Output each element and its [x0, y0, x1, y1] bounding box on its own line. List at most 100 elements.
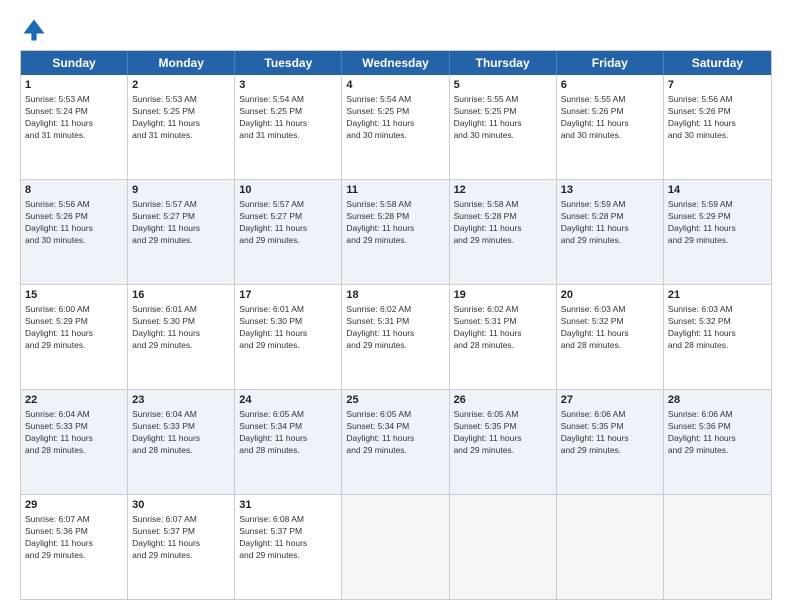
- cell-info: Sunrise: 5:54 AMSunset: 5:25 PMDaylight:…: [346, 94, 444, 142]
- cal-cell-day-15: 15Sunrise: 6:00 AMSunset: 5:29 PMDayligh…: [21, 285, 128, 389]
- cal-cell-day-29: 29Sunrise: 6:07 AMSunset: 5:36 PMDayligh…: [21, 495, 128, 599]
- cal-row-2: 8Sunrise: 5:56 AMSunset: 5:26 PMDaylight…: [21, 180, 771, 285]
- cal-cell-day-30: 30Sunrise: 6:07 AMSunset: 5:37 PMDayligh…: [128, 495, 235, 599]
- calendar-body: 1Sunrise: 5:53 AMSunset: 5:24 PMDaylight…: [21, 75, 771, 599]
- day-number: 25: [346, 393, 444, 408]
- day-number: 24: [239, 393, 337, 408]
- cal-cell-day-27: 27Sunrise: 6:06 AMSunset: 5:35 PMDayligh…: [557, 390, 664, 494]
- day-number: 18: [346, 288, 444, 303]
- header-day-monday: Monday: [128, 51, 235, 75]
- day-number: 28: [668, 393, 767, 408]
- cell-info: Sunrise: 6:05 AMSunset: 5:34 PMDaylight:…: [346, 409, 444, 457]
- cell-info: Sunrise: 5:57 AMSunset: 5:27 PMDaylight:…: [132, 199, 230, 247]
- cell-info: Sunrise: 6:01 AMSunset: 5:30 PMDaylight:…: [132, 304, 230, 352]
- cell-info: Sunrise: 6:08 AMSunset: 5:37 PMDaylight:…: [239, 514, 337, 562]
- cal-cell-day-3: 3Sunrise: 5:54 AMSunset: 5:25 PMDaylight…: [235, 75, 342, 179]
- cell-info: Sunrise: 6:00 AMSunset: 5:29 PMDaylight:…: [25, 304, 123, 352]
- cal-cell-empty: [664, 495, 771, 599]
- cal-cell-day-8: 8Sunrise: 5:56 AMSunset: 5:26 PMDaylight…: [21, 180, 128, 284]
- cal-row-1: 1Sunrise: 5:53 AMSunset: 5:24 PMDaylight…: [21, 75, 771, 180]
- cal-cell-empty: [342, 495, 449, 599]
- cell-info: Sunrise: 5:56 AMSunset: 5:26 PMDaylight:…: [25, 199, 123, 247]
- cal-cell-day-12: 12Sunrise: 5:58 AMSunset: 5:28 PMDayligh…: [450, 180, 557, 284]
- day-number: 23: [132, 393, 230, 408]
- day-number: 7: [668, 78, 767, 93]
- day-number: 31: [239, 498, 337, 513]
- day-number: 10: [239, 183, 337, 198]
- cal-row-4: 22Sunrise: 6:04 AMSunset: 5:33 PMDayligh…: [21, 390, 771, 495]
- day-number: 12: [454, 183, 552, 198]
- header: [20, 16, 772, 44]
- cell-info: Sunrise: 6:05 AMSunset: 5:35 PMDaylight:…: [454, 409, 552, 457]
- cal-row-3: 15Sunrise: 6:00 AMSunset: 5:29 PMDayligh…: [21, 285, 771, 390]
- day-number: 9: [132, 183, 230, 198]
- cal-cell-day-1: 1Sunrise: 5:53 AMSunset: 5:24 PMDaylight…: [21, 75, 128, 179]
- day-number: 21: [668, 288, 767, 303]
- cell-info: Sunrise: 6:01 AMSunset: 5:30 PMDaylight:…: [239, 304, 337, 352]
- logo: [20, 16, 52, 44]
- cell-info: Sunrise: 6:07 AMSunset: 5:36 PMDaylight:…: [25, 514, 123, 562]
- day-number: 3: [239, 78, 337, 93]
- day-number: 8: [25, 183, 123, 198]
- cal-cell-day-21: 21Sunrise: 6:03 AMSunset: 5:32 PMDayligh…: [664, 285, 771, 389]
- cal-cell-day-22: 22Sunrise: 6:04 AMSunset: 5:33 PMDayligh…: [21, 390, 128, 494]
- cal-cell-day-7: 7Sunrise: 5:56 AMSunset: 5:26 PMDaylight…: [664, 75, 771, 179]
- logo-icon: [20, 16, 48, 44]
- cal-cell-day-10: 10Sunrise: 5:57 AMSunset: 5:27 PMDayligh…: [235, 180, 342, 284]
- cell-info: Sunrise: 6:02 AMSunset: 5:31 PMDaylight:…: [346, 304, 444, 352]
- cal-cell-day-13: 13Sunrise: 5:59 AMSunset: 5:28 PMDayligh…: [557, 180, 664, 284]
- cal-cell-day-2: 2Sunrise: 5:53 AMSunset: 5:25 PMDaylight…: [128, 75, 235, 179]
- cal-cell-day-9: 9Sunrise: 5:57 AMSunset: 5:27 PMDaylight…: [128, 180, 235, 284]
- header-day-friday: Friday: [557, 51, 664, 75]
- day-number: 26: [454, 393, 552, 408]
- header-day-tuesday: Tuesday: [235, 51, 342, 75]
- cal-cell-day-19: 19Sunrise: 6:02 AMSunset: 5:31 PMDayligh…: [450, 285, 557, 389]
- cell-info: Sunrise: 5:56 AMSunset: 5:26 PMDaylight:…: [668, 94, 767, 142]
- calendar: SundayMondayTuesdayWednesdayThursdayFrid…: [20, 50, 772, 600]
- cell-info: Sunrise: 6:06 AMSunset: 5:36 PMDaylight:…: [668, 409, 767, 457]
- header-day-thursday: Thursday: [450, 51, 557, 75]
- cell-info: Sunrise: 6:02 AMSunset: 5:31 PMDaylight:…: [454, 304, 552, 352]
- day-number: 15: [25, 288, 123, 303]
- day-number: 5: [454, 78, 552, 93]
- cal-cell-day-25: 25Sunrise: 6:05 AMSunset: 5:34 PMDayligh…: [342, 390, 449, 494]
- cell-info: Sunrise: 5:55 AMSunset: 5:25 PMDaylight:…: [454, 94, 552, 142]
- cal-cell-day-5: 5Sunrise: 5:55 AMSunset: 5:25 PMDaylight…: [450, 75, 557, 179]
- cell-info: Sunrise: 5:55 AMSunset: 5:26 PMDaylight:…: [561, 94, 659, 142]
- day-number: 1: [25, 78, 123, 93]
- cal-cell-day-17: 17Sunrise: 6:01 AMSunset: 5:30 PMDayligh…: [235, 285, 342, 389]
- cell-info: Sunrise: 6:05 AMSunset: 5:34 PMDaylight:…: [239, 409, 337, 457]
- cal-cell-day-23: 23Sunrise: 6:04 AMSunset: 5:33 PMDayligh…: [128, 390, 235, 494]
- header-day-sunday: Sunday: [21, 51, 128, 75]
- cell-info: Sunrise: 6:07 AMSunset: 5:37 PMDaylight:…: [132, 514, 230, 562]
- day-number: 29: [25, 498, 123, 513]
- cal-cell-day-31: 31Sunrise: 6:08 AMSunset: 5:37 PMDayligh…: [235, 495, 342, 599]
- cell-info: Sunrise: 6:04 AMSunset: 5:33 PMDaylight:…: [25, 409, 123, 457]
- day-number: 16: [132, 288, 230, 303]
- cal-cell-empty: [450, 495, 557, 599]
- cal-cell-day-4: 4Sunrise: 5:54 AMSunset: 5:25 PMDaylight…: [342, 75, 449, 179]
- cell-info: Sunrise: 5:54 AMSunset: 5:25 PMDaylight:…: [239, 94, 337, 142]
- day-number: 27: [561, 393, 659, 408]
- cal-cell-empty: [557, 495, 664, 599]
- day-number: 14: [668, 183, 767, 198]
- day-number: 20: [561, 288, 659, 303]
- cal-row-5: 29Sunrise: 6:07 AMSunset: 5:36 PMDayligh…: [21, 495, 771, 599]
- day-number: 19: [454, 288, 552, 303]
- cal-cell-day-20: 20Sunrise: 6:03 AMSunset: 5:32 PMDayligh…: [557, 285, 664, 389]
- day-number: 6: [561, 78, 659, 93]
- calendar-header: SundayMondayTuesdayWednesdayThursdayFrid…: [21, 51, 771, 75]
- cell-info: Sunrise: 5:59 AMSunset: 5:28 PMDaylight:…: [561, 199, 659, 247]
- header-day-wednesday: Wednesday: [342, 51, 449, 75]
- cell-info: Sunrise: 5:53 AMSunset: 5:24 PMDaylight:…: [25, 94, 123, 142]
- day-number: 30: [132, 498, 230, 513]
- cell-info: Sunrise: 5:53 AMSunset: 5:25 PMDaylight:…: [132, 94, 230, 142]
- cell-info: Sunrise: 5:58 AMSunset: 5:28 PMDaylight:…: [454, 199, 552, 247]
- day-number: 22: [25, 393, 123, 408]
- cell-info: Sunrise: 5:59 AMSunset: 5:29 PMDaylight:…: [668, 199, 767, 247]
- cal-cell-day-26: 26Sunrise: 6:05 AMSunset: 5:35 PMDayligh…: [450, 390, 557, 494]
- day-number: 2: [132, 78, 230, 93]
- day-number: 4: [346, 78, 444, 93]
- header-day-saturday: Saturday: [664, 51, 771, 75]
- page: SundayMondayTuesdayWednesdayThursdayFrid…: [0, 0, 792, 612]
